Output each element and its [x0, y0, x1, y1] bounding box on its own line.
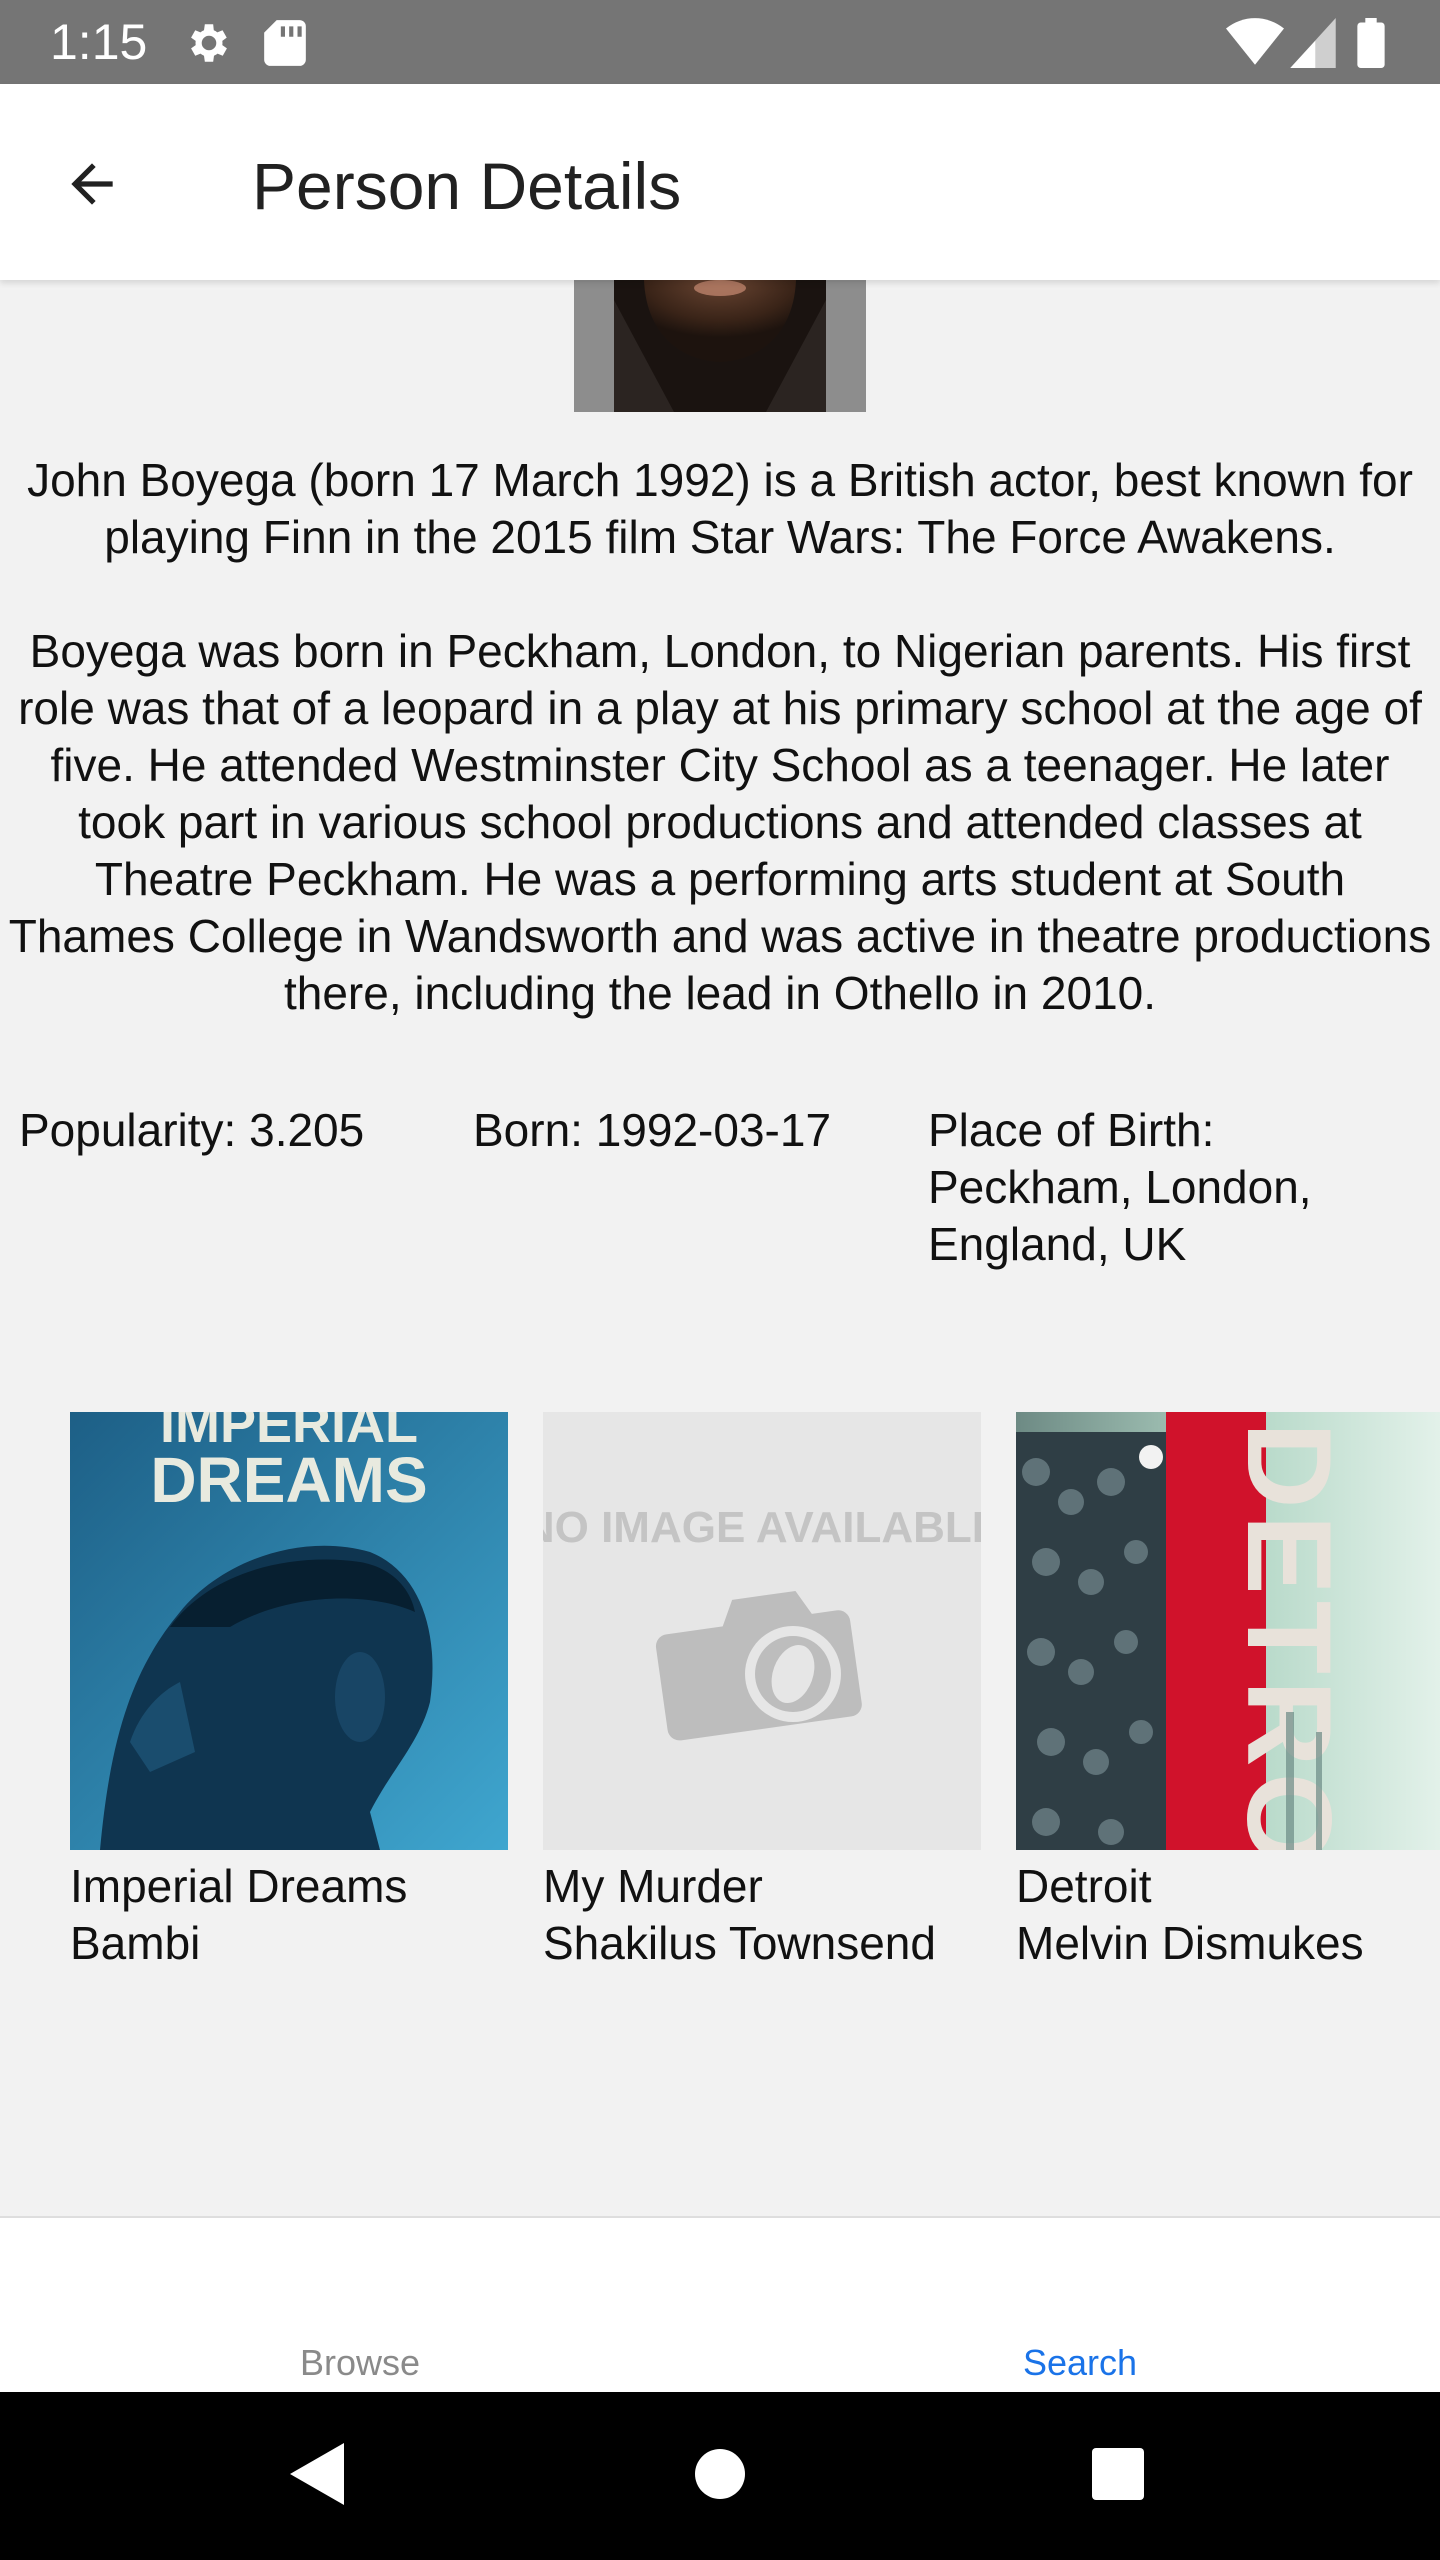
credit-item[interactable]: DETROIT Detroit Melvin Dismukes [1016, 1412, 1440, 1972]
back-button[interactable] [40, 134, 144, 238]
tab-search-label: Search [1022, 2342, 1138, 2383]
bottom-navigation: Browse Search [0, 2216, 1440, 2392]
credit-item[interactable]: IMPERIAL DREAMS Imperial Dreams Bambi [70, 1412, 508, 1972]
svg-text:NO IMAGE AVAILABLE: NO IMAGE AVAILABLE [543, 1503, 981, 1552]
credit-title: Detroit [1016, 1860, 1152, 1912]
person-details-content[interactable]: John Boyega (born 17 March 1992) is a Br… [0, 280, 1440, 2218]
tab-browse[interactable]: Browse [0, 2218, 720, 2394]
system-navigation-bar [0, 2392, 1440, 2560]
tab-search[interactable]: Search [720, 2218, 1440, 2394]
credit-item[interactable]: NO IMAGE AVAILABLE My Murder Shakilus To… [543, 1412, 981, 1972]
gear-icon [184, 18, 234, 73]
recents-square-icon [1092, 2447, 1144, 2505]
poster-image: DETROIT [1016, 1412, 1440, 1850]
system-recents-button[interactable] [1078, 2436, 1158, 2516]
bio-paragraph: John Boyega (born 17 March 1992) is a Br… [27, 454, 1413, 563]
arrow-back-icon [61, 153, 123, 220]
poster-image: IMPERIAL DREAMS [70, 1412, 508, 1850]
tab-browse-label: Browse [299, 2342, 421, 2383]
credit-role: Shakilus Townsend [543, 1917, 936, 1969]
credit-title: My Murder [543, 1860, 763, 1912]
system-back-button[interactable] [278, 2436, 358, 2516]
bio-paragraph: Boyega was born in Peckham, London, to N… [8, 625, 1432, 1019]
place-of-birth-label: Place of Birth: Peckham, London, England… [928, 1104, 1312, 1270]
home-circle-icon [694, 2448, 746, 2505]
svg-text:DREAMS: DREAMS [150, 1444, 427, 1516]
profile-photo [574, 280, 866, 412]
sd-card-icon [262, 18, 308, 73]
biography: John Boyega (born 17 March 1992) is a Br… [8, 452, 1432, 1022]
page-title: Person Details [252, 149, 682, 223]
credit-role: Melvin Dismukes [1016, 1917, 1364, 1969]
status-bar: 1:15 [0, 0, 1440, 84]
popularity-label: Popularity: 3.205 [19, 1104, 365, 1156]
back-triangle-icon [290, 2442, 346, 2510]
credit-role: Bambi [70, 1917, 201, 1969]
born-label: Born: 1992-03-17 [473, 1104, 832, 1156]
credit-title: Imperial Dreams [70, 1860, 408, 1912]
wifi-icon [1226, 18, 1284, 73]
no-image-placeholder: NO IMAGE AVAILABLE [543, 1412, 981, 1850]
status-time: 1:15 [50, 14, 148, 70]
credits-list[interactable]: IMPERIAL DREAMS Imperial Dreams Bambi NO… [0, 1412, 1440, 2012]
signal-icon [1290, 18, 1336, 73]
app-bar: Person Details [0, 84, 1440, 280]
system-home-button[interactable] [680, 2436, 760, 2516]
battery-icon [1356, 18, 1386, 73]
